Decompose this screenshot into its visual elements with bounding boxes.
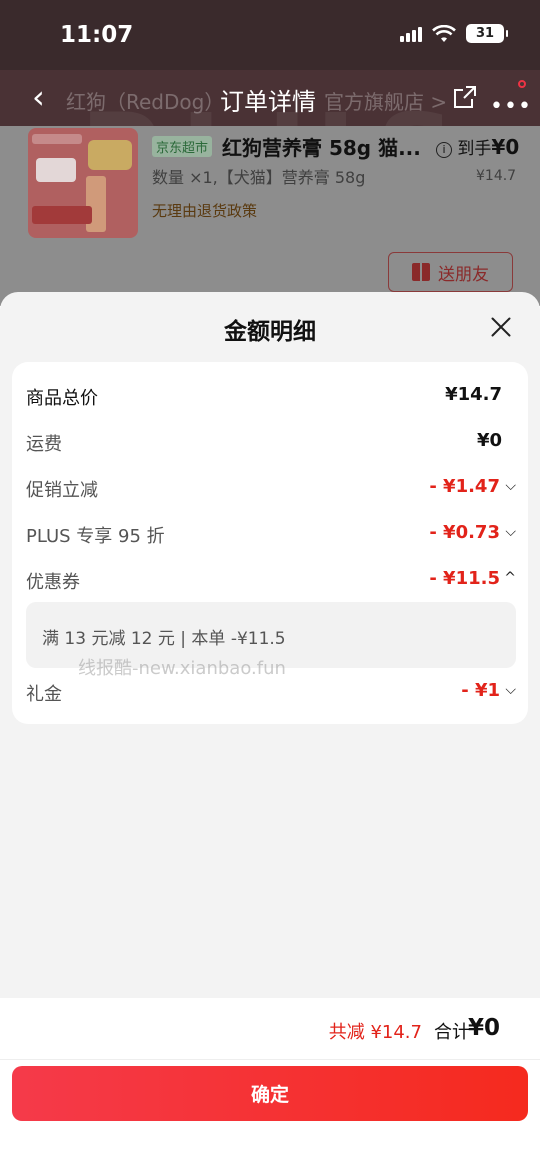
- shop-suffix[interactable]: 官方旗舰店 >: [324, 86, 447, 115]
- total-saved: 共减 ¥14.7: [328, 1022, 422, 1043]
- page-title: 订单详情: [220, 88, 316, 116]
- chevron-down-icon[interactable]: ⌵: [505, 524, 516, 540]
- chevron-down-icon[interactable]: ⌵: [505, 682, 516, 698]
- row-label: 促销立减: [26, 480, 98, 501]
- signal-icon: [400, 26, 422, 42]
- return-policy[interactable]: 无理由退货政策: [152, 200, 257, 221]
- close-icon[interactable]: [488, 314, 514, 340]
- sheet-title: 金额明细: [224, 319, 316, 345]
- shop-name[interactable]: 红狗（RedDog）: [66, 86, 224, 115]
- product-price: i 到手¥0: [436, 134, 519, 159]
- row-shipping: 运费 ¥0: [26, 428, 516, 458]
- row-label: 运费: [26, 434, 62, 455]
- row-label: PLUS 专享 95 折: [26, 526, 165, 547]
- row-value: - ¥1: [461, 680, 500, 701]
- row-label: 礼金: [26, 684, 62, 705]
- confirm-button[interactable]: 确定: [12, 1066, 528, 1121]
- price-value: ¥0: [491, 135, 520, 159]
- send-friend-button[interactable]: 送朋友: [388, 252, 513, 292]
- chevron-up-icon[interactable]: ^: [504, 570, 516, 586]
- notification-dot: [518, 80, 526, 88]
- status-bar: 11:07 31: [0, 0, 540, 70]
- total-value: ¥0: [467, 1015, 500, 1041]
- row-gift-money[interactable]: 礼金 - ¥1 ⌵: [26, 678, 516, 708]
- product-quantity: 数量 ×1,【犬猫】营养膏 58g: [152, 168, 366, 187]
- divider: [0, 1059, 540, 1060]
- info-icon[interactable]: i: [436, 142, 452, 158]
- chevron-down-icon[interactable]: ⌵: [505, 478, 516, 494]
- row-value: - ¥11.5: [429, 568, 500, 589]
- row-value: ¥0: [476, 430, 502, 451]
- send-friend-label: 送朋友: [438, 264, 489, 285]
- product-original-price: ¥14.7: [476, 168, 517, 184]
- total-label: 合计: [434, 1022, 470, 1043]
- more-icon[interactable]: •••: [490, 94, 532, 119]
- row-total-price: 商品总价 ¥14.7: [26, 382, 516, 412]
- row-label: 商品总价: [26, 388, 98, 409]
- coupon-detail-text: 满 13 元减 12 元 | 本单 -¥11.5: [42, 629, 286, 649]
- chevron-left-icon[interactable]: ‹: [32, 80, 62, 116]
- product-tag: 京东超市: [152, 136, 213, 157]
- status-time: 11:07: [60, 22, 134, 48]
- price-label: 到手: [457, 139, 492, 159]
- status-icons: 31: [400, 24, 508, 43]
- row-value: ¥14.7: [445, 384, 502, 405]
- watermark: 线报酷-new.xianbao.fun: [78, 658, 286, 679]
- share-icon[interactable]: [452, 84, 478, 110]
- footer: 共减 ¥14.7 合计 ¥0 确定: [0, 998, 540, 1168]
- row-value: - ¥0.73: [429, 522, 500, 543]
- row-plus-discount[interactable]: PLUS 专享 95 折 - ¥0.73 ⌵: [26, 520, 516, 550]
- wifi-icon: [432, 24, 456, 42]
- row-coupon[interactable]: 优惠券 - ¥11.5 ^: [26, 566, 516, 596]
- gift-icon: [412, 263, 430, 281]
- product-name[interactable]: 红狗营养膏 58g 猫...: [222, 132, 421, 161]
- product-image[interactable]: [28, 128, 138, 238]
- product-card: 京东超市 红狗营养膏 58g 猫... i 到手¥0 数量 ×1,【犬猫】营养膏…: [0, 126, 540, 306]
- row-label: 优惠券: [26, 572, 80, 593]
- battery-icon: 31: [466, 24, 508, 43]
- row-promotion[interactable]: 促销立减 - ¥1.47 ⌵: [26, 474, 516, 504]
- nav-bar: PLUS ‹ 红狗（RedDog） 订单详情 官方旗舰店 > •••: [0, 70, 540, 218]
- row-value: - ¥1.47: [429, 476, 500, 497]
